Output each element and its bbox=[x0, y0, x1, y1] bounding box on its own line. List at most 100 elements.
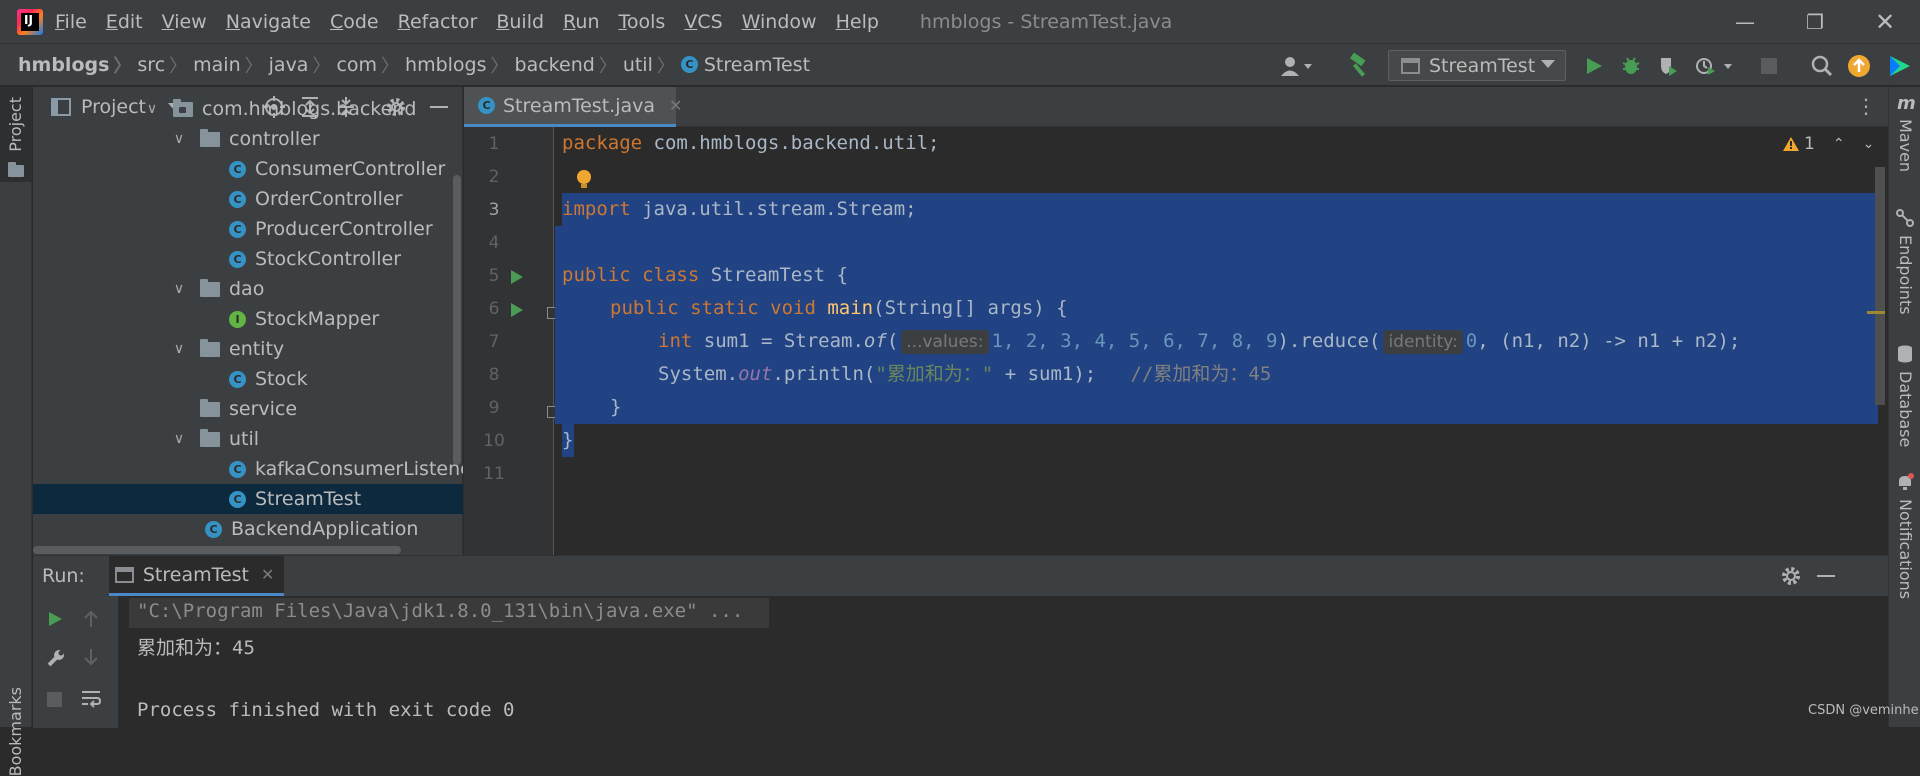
close-icon[interactable]: ✕ bbox=[1850, 0, 1920, 43]
console-output[interactable]: "C:\Program Files\Java\jdk1.8.0_131\bin\… bbox=[119, 596, 1888, 728]
tree-item[interactable]: C StreamTest bbox=[33, 484, 463, 514]
menu-file[interactable]: File bbox=[55, 11, 87, 33]
tree-item[interactable]: C OrderController bbox=[33, 184, 463, 214]
gear-icon[interactable] bbox=[1780, 565, 1802, 587]
close-tab-icon[interactable]: ✕ bbox=[261, 565, 274, 584]
run-icon[interactable] bbox=[1584, 44, 1604, 87]
menu-vcs[interactable]: VCS bbox=[684, 11, 722, 33]
profiler-icon[interactable] bbox=[1694, 44, 1736, 87]
breadcrumb-item[interactable]: hmblogs 〉 bbox=[18, 52, 137, 78]
arrow-up-icon[interactable] bbox=[82, 610, 100, 628]
breadcrumb-item[interactable]: util 〉 bbox=[623, 52, 681, 78]
more-options-icon[interactable]: ⋮ bbox=[1856, 94, 1876, 118]
watermark: CSDN @veminhe bbox=[1808, 703, 1919, 718]
tree-item[interactable]: ∨ controller bbox=[33, 124, 463, 154]
tree-item[interactable]: service bbox=[33, 394, 463, 424]
minimize-icon[interactable]: — bbox=[1710, 0, 1780, 43]
wrench-icon[interactable] bbox=[46, 648, 66, 668]
tree-item[interactable]: C StockController bbox=[33, 244, 463, 274]
hide-panel-icon[interactable] bbox=[1817, 575, 1835, 577]
tree-item[interactable]: ∨ util bbox=[33, 424, 463, 454]
tree-item[interactable]: ∨ entity bbox=[33, 334, 463, 364]
run-panel: Run: StreamTest ✕ "C:\Program Files\Java… bbox=[33, 555, 1888, 728]
menu-window[interactable]: Window bbox=[742, 11, 817, 33]
menu-refactor[interactable]: Refactor bbox=[398, 11, 478, 33]
tree-item[interactable]: C BackendApplication bbox=[33, 514, 463, 544]
run-panel-label: Run: bbox=[42, 565, 85, 587]
folder-icon bbox=[200, 278, 220, 297]
user-icon[interactable] bbox=[1280, 44, 1314, 87]
breadcrumb-item[interactable]: hmblogs 〉 bbox=[405, 52, 514, 78]
menu-help[interactable]: Help bbox=[836, 11, 879, 33]
tree-horizontal-scrollbar[interactable] bbox=[33, 546, 401, 554]
chevron-down-icon[interactable]: ⌄ bbox=[1863, 136, 1875, 152]
menu-code[interactable]: Code bbox=[330, 11, 379, 33]
intellij-logo-icon[interactable]: IJ bbox=[17, 8, 43, 35]
breadcrumb-item[interactable]: src 〉 bbox=[137, 52, 193, 78]
stop-icon[interactable] bbox=[47, 692, 62, 707]
class-icon: C bbox=[680, 56, 698, 73]
tree-item[interactable]: I StockMapper bbox=[33, 304, 463, 334]
tab-streamtest-java[interactable]: C StreamTest.java ✕ bbox=[464, 87, 682, 127]
class-icon: C bbox=[229, 460, 246, 478]
code-editor[interactable]: package com.hmblogs.backend.util; import… bbox=[555, 127, 1888, 555]
run-main-gutter-icon[interactable] bbox=[511, 303, 523, 317]
editor-vertical-scrollbar[interactable] bbox=[1875, 167, 1885, 405]
notifications-tool-tab[interactable]: Notifications bbox=[1896, 499, 1915, 599]
folder-icon bbox=[200, 338, 220, 357]
chevron-down-icon[interactable]: ∨ bbox=[172, 341, 186, 357]
tree-item[interactable]: ∨ com.hmblogs.backend bbox=[33, 94, 463, 124]
breadcrumb-item[interactable]: java 〉 bbox=[269, 52, 337, 78]
menu-edit[interactable]: Edit bbox=[106, 11, 143, 33]
breadcrumb-item[interactable]: backend 〉 bbox=[515, 52, 623, 78]
rerun-icon[interactable] bbox=[46, 610, 64, 628]
stop-icon[interactable] bbox=[1761, 44, 1777, 87]
arrow-down-icon[interactable] bbox=[82, 648, 100, 666]
menu-view[interactable]: View bbox=[162, 11, 207, 33]
chevron-down-icon[interactable]: ∨ bbox=[172, 281, 186, 297]
menu-build[interactable]: Build bbox=[496, 11, 544, 33]
debug-bug-icon[interactable] bbox=[1620, 44, 1642, 87]
breadcrumb-item-current[interactable]: C StreamTest bbox=[680, 54, 810, 76]
run-class-gutter-icon[interactable] bbox=[511, 270, 523, 284]
tree-item-label: Stock bbox=[255, 368, 308, 390]
chevron-down-icon[interactable]: ∨ bbox=[172, 131, 186, 147]
restore-icon[interactable]: ❐ bbox=[1780, 0, 1850, 43]
menu-navigate[interactable]: Navigate bbox=[226, 11, 311, 33]
tree-item-label: StreamTest bbox=[255, 488, 362, 510]
maven-tool-tab[interactable]: Maven bbox=[1896, 119, 1915, 172]
project-tool-tab[interactable]: Project bbox=[6, 97, 25, 152]
tree-item[interactable]: ∨ dao bbox=[33, 274, 463, 304]
tree-item[interactable]: CkafkaConsumerListenerl bbox=[33, 454, 463, 484]
search-icon[interactable] bbox=[1810, 44, 1834, 87]
tab-run-streamtest[interactable]: StreamTest ✕ bbox=[108, 556, 285, 596]
chevron-down-icon[interactable]: ∨ bbox=[145, 101, 159, 117]
tree-item[interactable]: C Stock bbox=[33, 364, 463, 394]
lightbulb-icon[interactable] bbox=[575, 169, 593, 191]
breadcrumb-item[interactable]: com 〉 bbox=[336, 52, 405, 78]
menu-tools[interactable]: Tools bbox=[619, 11, 666, 33]
run-configuration-selector[interactable]: StreamTest bbox=[1388, 50, 1566, 81]
tree-vertical-scrollbar[interactable] bbox=[453, 175, 461, 465]
tree-item[interactable]: C ConsumerController bbox=[33, 154, 463, 184]
close-tab-icon[interactable]: ✕ bbox=[669, 96, 682, 115]
endpoints-tool-tab[interactable]: Endpoints bbox=[1896, 235, 1915, 315]
tree-item-label: ConsumerController bbox=[255, 158, 446, 180]
chevron-up-icon[interactable]: ⌃ bbox=[1833, 136, 1845, 152]
breadcrumb-item[interactable]: main 〉 bbox=[193, 52, 268, 78]
chevron-down-icon[interactable]: ∨ bbox=[172, 431, 186, 447]
database-tool-tab[interactable]: Database bbox=[1896, 371, 1915, 447]
coverage-shield-icon[interactable] bbox=[1657, 44, 1679, 87]
warning-marker[interactable] bbox=[1867, 311, 1885, 314]
update-icon[interactable] bbox=[1847, 44, 1871, 87]
code-line-6: public static void main(String[] args) { bbox=[610, 297, 1068, 319]
tree-item-label: OrderController bbox=[255, 188, 403, 210]
jetbrains-gateway-icon[interactable] bbox=[1888, 44, 1912, 87]
inspection-widget[interactable]: 1 ⌃ ⌄ bbox=[1782, 134, 1874, 154]
bookmarks-tool-tab[interactable]: Bookmarks bbox=[6, 687, 25, 776]
build-hammer-icon[interactable] bbox=[1347, 44, 1373, 87]
menu-run[interactable]: Run bbox=[563, 11, 599, 33]
code-line-10: } bbox=[562, 429, 574, 451]
soft-wrap-icon[interactable] bbox=[80, 688, 102, 710]
tree-item[interactable]: C ProducerController bbox=[33, 214, 463, 244]
